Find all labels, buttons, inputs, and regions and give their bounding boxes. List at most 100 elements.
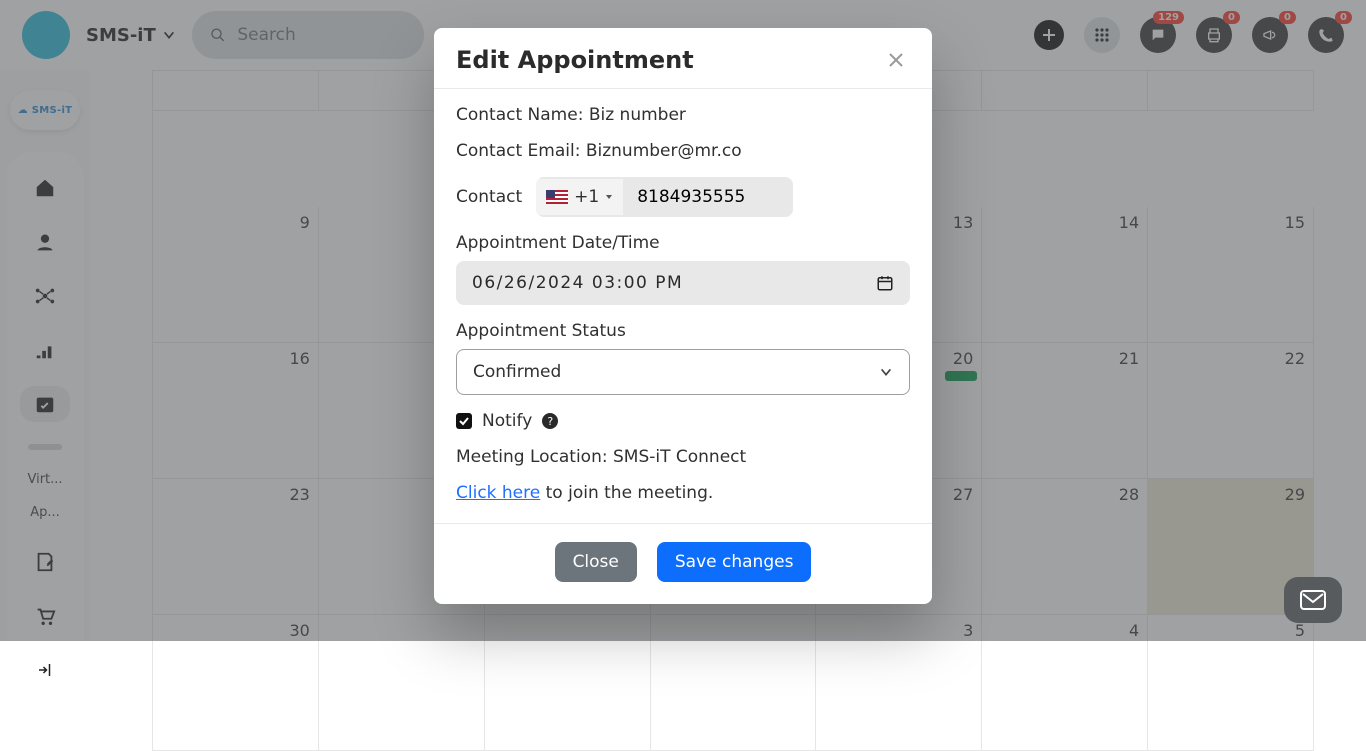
cart-icon xyxy=(34,605,56,627)
location-value: SMS-iT Connect xyxy=(613,447,746,467)
cal-cell[interactable]: 28 xyxy=(982,479,1148,615)
add-button[interactable] xyxy=(1034,20,1064,50)
phone-input[interactable] xyxy=(623,177,793,217)
nav-connections[interactable] xyxy=(20,278,70,314)
cal-cell[interactable]: 23 xyxy=(153,479,319,615)
cal-cell[interactable]: 4 xyxy=(982,615,1148,751)
nodes-icon xyxy=(34,285,56,307)
cal-cell[interactable]: 14 xyxy=(982,207,1148,343)
status-section: Appointment Status Confirmed xyxy=(456,321,910,395)
join-row: Click here to join the meeting. xyxy=(456,483,910,503)
steps-icon xyxy=(34,339,56,361)
nav-collapse[interactable] xyxy=(20,652,70,688)
user-icon xyxy=(35,232,55,252)
check-icon xyxy=(459,416,469,426)
datetime-input[interactable]: 06/26/2024 03:00 PM xyxy=(456,261,910,305)
sidebar-nav: Virt... Ap... xyxy=(6,152,84,698)
phone-badge: 0 xyxy=(1335,11,1352,24)
sidebar: ☁ SMS-iT Virt... Ap... xyxy=(0,70,90,641)
topbar-right: 129 0 0 0 xyxy=(1034,17,1344,53)
search-icon xyxy=(210,26,226,44)
search-box[interactable] xyxy=(192,11,424,59)
modal-title: Edit Appointment xyxy=(456,46,694,74)
plus-icon xyxy=(1042,28,1056,42)
cal-cell[interactable]: 16 xyxy=(153,343,319,479)
country-code: +1 xyxy=(574,187,599,207)
search-input[interactable] xyxy=(235,24,405,46)
modal-footer: Close Save changes xyxy=(434,523,932,604)
chat-icon xyxy=(1150,27,1166,43)
modal-header: Edit Appointment xyxy=(434,28,932,89)
collapse-icon xyxy=(36,661,54,679)
contact-name-value: Biz number xyxy=(589,105,686,125)
phone-field[interactable]: +1 xyxy=(536,177,793,217)
close-icon-button[interactable] xyxy=(882,46,910,74)
close-button[interactable]: Close xyxy=(555,542,637,582)
cal-cell[interactable] xyxy=(651,615,817,751)
contact-email-row: Contact Email: Biznumber@mr.co xyxy=(456,141,910,161)
cal-cell[interactable] xyxy=(319,615,485,751)
country-code-selector[interactable]: +1 xyxy=(536,179,623,215)
event-chip[interactable] xyxy=(945,371,977,381)
sidebar-item-virtual[interactable]: Virt... xyxy=(27,472,62,487)
nav-cart[interactable] xyxy=(20,598,70,634)
phone-icon xyxy=(1318,27,1334,43)
contact-phone-row: Contact +1 xyxy=(456,177,910,217)
contact-label: Contact xyxy=(456,187,522,207)
join-link[interactable]: Click here xyxy=(456,483,540,503)
nav-home[interactable] xyxy=(20,170,70,206)
contact-email-value: Biznumber@mr.co xyxy=(586,141,742,161)
status-label: Appointment Status xyxy=(456,321,910,341)
nav-contacts[interactable] xyxy=(20,224,70,260)
sidebar-item-appoint[interactable]: Ap... xyxy=(30,505,60,520)
chevron-down-icon xyxy=(162,28,176,42)
avatar[interactable] xyxy=(22,11,70,59)
nav-pipeline[interactable] xyxy=(20,332,70,368)
brand-label: SMS-iT xyxy=(86,25,156,46)
datetime-section: Appointment Date/Time 06/26/2024 03:00 P… xyxy=(456,233,910,305)
announce-button[interactable]: 0 xyxy=(1252,17,1288,53)
edit-appointment-modal: Edit Appointment Contact Name: Biz numbe… xyxy=(434,28,932,604)
us-flag-icon xyxy=(546,190,568,204)
cal-cell[interactable]: 3 xyxy=(816,615,982,751)
cal-cell[interactable]: 21 xyxy=(982,343,1148,479)
mail-icon xyxy=(1300,590,1326,610)
phone-button[interactable]: 0 xyxy=(1308,17,1344,53)
notify-checkbox[interactable] xyxy=(456,413,472,429)
close-icon xyxy=(887,51,905,69)
printer-icon xyxy=(1206,27,1222,43)
support-button[interactable] xyxy=(1284,577,1342,623)
datetime-value: 06/26/2024 03:00 PM xyxy=(472,273,683,293)
save-button[interactable]: Save changes xyxy=(657,542,812,582)
datetime-label: Appointment Date/Time xyxy=(456,233,910,253)
messages-button[interactable]: 129 xyxy=(1140,17,1176,53)
chevron-down-icon xyxy=(605,193,613,201)
print-badge: 0 xyxy=(1223,11,1240,24)
cal-cell[interactable]: 30 xyxy=(153,615,319,751)
notify-label: Notify xyxy=(482,411,532,431)
apps-button[interactable] xyxy=(1084,17,1120,53)
nav-notes[interactable] xyxy=(20,544,70,580)
cal-cell[interactable] xyxy=(485,615,651,751)
cal-cell[interactable]: 5 xyxy=(1148,615,1314,751)
print-button[interactable]: 0 xyxy=(1196,17,1232,53)
status-value: Confirmed xyxy=(473,362,561,382)
notify-row: Notify ? xyxy=(456,411,910,431)
chevron-down-icon xyxy=(879,365,893,379)
calendar-icon xyxy=(876,274,894,292)
status-select[interactable]: Confirmed xyxy=(456,349,910,395)
brand-switcher[interactable]: SMS-iT xyxy=(86,25,176,46)
note-edit-icon xyxy=(34,551,56,573)
messages-badge: 129 xyxy=(1153,11,1184,24)
location-row: Meeting Location: SMS-iT Connect xyxy=(456,447,910,467)
modal-body: Contact Name: Biz number Contact Email: … xyxy=(434,89,932,523)
nav-calendar[interactable] xyxy=(20,386,70,422)
cal-cell[interactable]: 9 xyxy=(153,207,319,343)
contact-name-row: Contact Name: Biz number xyxy=(456,105,910,125)
cal-cell[interactable]: 22 xyxy=(1148,343,1314,479)
cal-cell[interactable]: 15 xyxy=(1148,207,1314,343)
sidebar-separator xyxy=(28,444,62,450)
help-icon[interactable]: ? xyxy=(542,413,558,429)
calendar-check-icon xyxy=(34,393,56,415)
brand-chip[interactable]: ☁ SMS-iT xyxy=(10,90,80,130)
